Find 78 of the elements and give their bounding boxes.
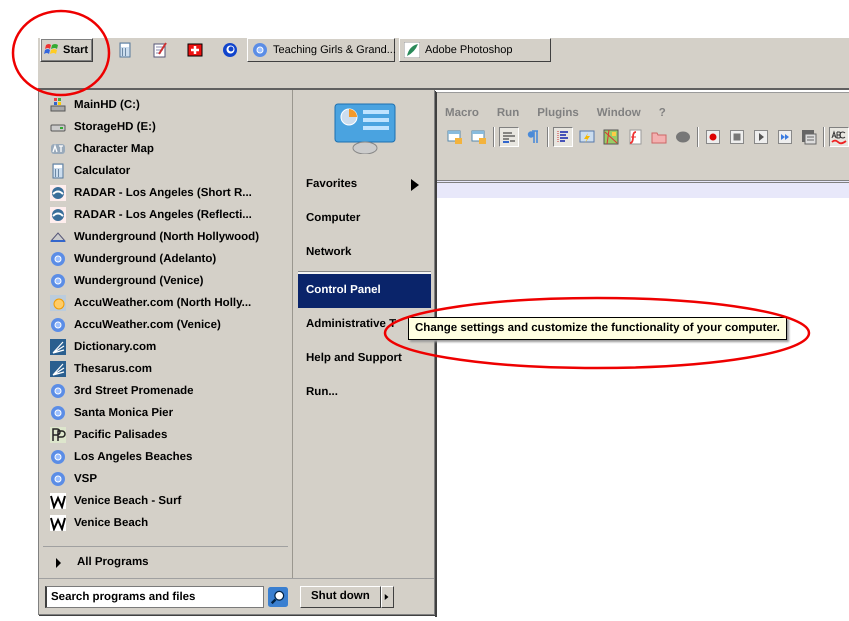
chrome-icon <box>50 383 66 399</box>
calculator-icon <box>117 42 133 58</box>
program-item[interactable]: AccuWeather.com (Venice) <box>43 314 288 336</box>
window-lock-icon <box>471 129 487 146</box>
window-lock-icon <box>447 129 463 146</box>
control-panel-icon <box>332 102 396 154</box>
program-item[interactable]: VSP <box>43 468 288 490</box>
wikipedia-icon <box>50 493 66 509</box>
program-item[interactable]: MainHD (C:) <box>43 94 288 116</box>
quick-launch-button[interactable] <box>220 40 239 60</box>
taskbar-button[interactable]: Adobe Photoshop <box>399 38 551 62</box>
dictionary-icon <box>50 339 66 355</box>
fast-forward-icon <box>777 129 793 146</box>
program-item[interactable]: Wunderground (North Hollywood) <box>43 226 288 248</box>
program-item[interactable]: Wunderground (Venice) <box>43 270 288 292</box>
chrome-icon <box>252 42 268 58</box>
blob-icon <box>675 129 691 146</box>
spell-check-icon <box>831 129 847 146</box>
program-item[interactable]: Thesarus.com <box>43 358 288 380</box>
program-item[interactable]: AccuWeather.com (North Holly... <box>43 292 288 314</box>
wikipedia-icon <box>50 515 66 531</box>
program-item[interactable]: Venice Beach <box>43 512 288 534</box>
shut-down-button[interactable]: Shut down <box>300 586 381 608</box>
map-icon <box>603 129 619 146</box>
search-icon <box>268 586 288 606</box>
tooltip: Change settings and customize the functionality of your computer. <box>408 317 787 340</box>
first-aid-icon <box>187 42 203 58</box>
shut-down-options-button[interactable] <box>380 586 394 608</box>
program-item[interactable]: Pacific Palisades <box>43 424 288 446</box>
all-programs-item[interactable]: All Programs <box>43 546 288 578</box>
chrome-icon <box>50 471 66 487</box>
search-button[interactable] <box>268 586 288 606</box>
chrome-icon <box>50 405 66 421</box>
calculator-icon <box>50 163 66 179</box>
swirl-icon <box>222 42 238 58</box>
program-item[interactable]: RADAR - Los Angeles (Short R... <box>43 182 288 204</box>
notepad-icon <box>152 42 168 58</box>
dictionary-icon <box>50 361 66 377</box>
menu-item[interactable]: Help and Support <box>298 342 431 376</box>
program-item[interactable]: Character Map <box>43 138 288 160</box>
feather-icon <box>404 42 420 58</box>
program-item[interactable]: StorageHD (E:) <box>43 116 288 138</box>
macro-list-icon <box>801 129 817 146</box>
toolbar-button[interactable] <box>499 127 519 148</box>
menu-item[interactable]: Computer <box>298 202 431 236</box>
character-map-icon <box>50 141 66 157</box>
chrome-icon <box>50 449 66 465</box>
program-item[interactable]: Santa Monica Pier <box>43 402 288 424</box>
menu-item[interactable]: Network <box>298 236 431 270</box>
toolbar-button[interactable] <box>553 127 573 148</box>
program-item[interactable]: Dictionary.com <box>43 336 288 358</box>
search-field[interactable]: Search programs and files <box>45 586 264 608</box>
chrome-icon <box>50 251 66 267</box>
chrome-icon <box>50 273 66 289</box>
function-icon <box>627 129 643 146</box>
arrow-right-icon <box>384 592 390 600</box>
program-item[interactable]: Los Angeles Beaches <box>43 446 288 468</box>
program-item[interactable]: RADAR - Los Angeles (Reflecti... <box>43 204 288 226</box>
stop-icon <box>729 129 745 146</box>
record-icon <box>705 129 721 146</box>
pilcrow-icon <box>525 129 541 146</box>
drive-icon <box>50 97 66 113</box>
program-item[interactable]: Venice Beach - Surf <box>43 490 288 512</box>
lightning-window-icon <box>579 129 595 146</box>
start-button[interactable]: Start <box>40 38 93 62</box>
menu-item[interactable]: Control Panel <box>298 274 431 308</box>
sun-icon <box>50 295 66 311</box>
radar-icon <box>50 185 66 201</box>
menu-item[interactable]: Favorites <box>298 168 431 202</box>
program-item[interactable]: 3rd Street Promenade <box>43 380 288 402</box>
toolbar-button[interactable] <box>829 127 849 148</box>
play-icon <box>753 129 769 146</box>
program-item[interactable]: Wunderground (Adelanto) <box>43 248 288 270</box>
radar-icon <box>50 207 66 223</box>
menu-item[interactable]: Run... <box>298 376 431 410</box>
chrome-icon <box>50 317 66 333</box>
monogram-icon <box>50 427 66 443</box>
program-item[interactable]: Calculator <box>43 160 288 182</box>
